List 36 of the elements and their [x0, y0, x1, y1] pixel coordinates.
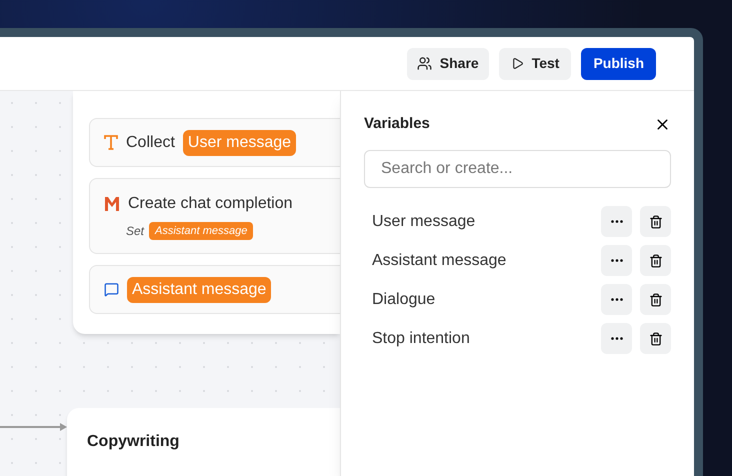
text-icon — [104, 135, 118, 150]
set-label: Set — [126, 223, 144, 240]
ellipsis-icon — [610, 220, 622, 223]
variable-name: User message — [372, 212, 476, 232]
variable-tag: Assistant message — [149, 222, 254, 240]
variable-tag: Assistant message — [127, 276, 272, 302]
ellipsis-icon — [610, 337, 622, 340]
delete-button[interactable] — [640, 323, 671, 354]
delete-button[interactable] — [640, 245, 671, 276]
search-field[interactable]: Search or create... — [364, 150, 671, 188]
delete-button[interactable] — [640, 206, 671, 237]
play-icon — [510, 57, 524, 70]
test-button[interactable]: Test — [498, 48, 572, 80]
panel-title: Variables — [364, 114, 430, 134]
flow-block[interactable]: Create chat completion Set Assistant message — [89, 178, 340, 254]
trash-icon — [648, 254, 662, 268]
group-title: Copywriting — [87, 433, 180, 450]
flow-block[interactable]: Collect User message — [89, 118, 340, 167]
delete-button[interactable] — [640, 284, 671, 315]
m-logo-icon — [104, 196, 120, 212]
variable-tag: User message — [182, 130, 296, 156]
connector-arrow — [0, 422, 67, 432]
block-label: Collect — [126, 132, 175, 152]
block-label: Create chat completion — [128, 194, 293, 214]
variable-name: Stop intention — [372, 328, 471, 348]
users-icon — [416, 56, 432, 71]
variable-name: Dialogue — [372, 290, 436, 310]
trash-icon — [648, 292, 662, 306]
ellipsis-icon — [610, 298, 622, 301]
chat-bubble-icon — [104, 282, 119, 297]
trash-icon — [648, 214, 662, 228]
share-button[interactable]: Share — [406, 48, 489, 80]
publish-button[interactable]: Publish — [581, 48, 656, 80]
trash-icon — [648, 332, 662, 346]
ellipsis-icon — [610, 259, 622, 262]
variable-name: Assistant message — [372, 250, 508, 270]
